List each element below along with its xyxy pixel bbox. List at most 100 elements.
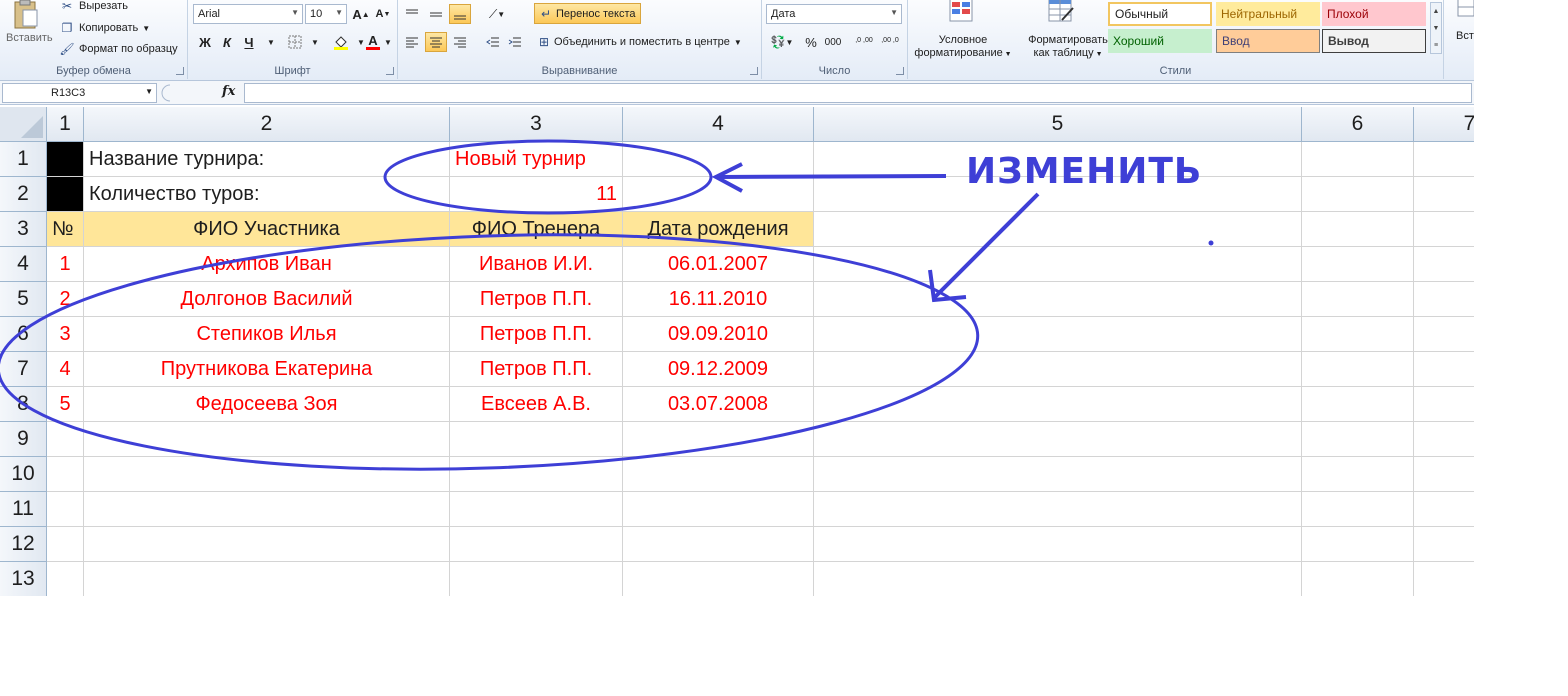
table-cell-num[interactable]: 3: [47, 317, 84, 352]
column-header-2[interactable]: 2: [84, 107, 450, 142]
empty-cell[interactable]: [84, 527, 450, 562]
empty-cell[interactable]: [47, 492, 84, 527]
formula-input[interactable]: [244, 83, 1472, 103]
format-as-table-button[interactable]: Форматировать как таблицу ▼: [1016, 0, 1108, 64]
cell-rounds-value[interactable]: 11: [450, 177, 623, 212]
empty-cell[interactable]: [814, 527, 1302, 562]
empty-cell[interactable]: [623, 562, 814, 596]
table-cell-birth[interactable]: 03.07.2008: [623, 387, 814, 422]
column-header-3[interactable]: 3: [450, 107, 623, 142]
empty-cell[interactable]: [814, 422, 1302, 457]
table-cell-num[interactable]: 5: [47, 387, 84, 422]
name-box-dropdown-icon[interactable]: ▼: [145, 87, 153, 96]
empty-cell[interactable]: [814, 282, 1302, 317]
table-cell-coach[interactable]: Евсеев А.В.: [450, 387, 623, 422]
style-normal[interactable]: Обычный: [1108, 2, 1212, 26]
empty-cell[interactable]: [1414, 177, 1474, 212]
empty-cell[interactable]: [1414, 457, 1474, 492]
number-format-dropdown-icon[interactable]: ▼: [890, 8, 898, 17]
empty-cell[interactable]: [1302, 387, 1414, 422]
align-right-button[interactable]: [449, 32, 471, 52]
number-format-select[interactable]: Дата ▼: [766, 4, 902, 24]
insert-button[interactable]: Вст: [1456, 0, 1474, 42]
number-launcher-icon[interactable]: [896, 67, 904, 75]
align-center-button[interactable]: [425, 32, 447, 52]
table-cell-num[interactable]: 1: [47, 247, 84, 282]
empty-cell[interactable]: [84, 422, 450, 457]
bold-button[interactable]: Ж: [194, 32, 216, 52]
shrink-font-button[interactable]: A ▼: [372, 4, 394, 24]
empty-cell[interactable]: [623, 457, 814, 492]
header-cell-participant[interactable]: ФИО Участника: [84, 212, 450, 247]
align-top-button[interactable]: [401, 4, 423, 24]
column-header-1[interactable]: 1: [47, 107, 84, 142]
empty-cell[interactable]: [623, 527, 814, 562]
empty-cell[interactable]: [814, 352, 1302, 387]
row-header-4[interactable]: 4: [0, 247, 47, 282]
style-bad[interactable]: Плохой: [1322, 2, 1426, 26]
font-color-dropdown-icon[interactable]: ▼: [382, 32, 394, 52]
merge-center-button[interactable]: ⊞ Объединить и поместить в центре ▼: [537, 32, 742, 52]
empty-cell[interactable]: [450, 492, 623, 527]
italic-button[interactable]: К: [216, 32, 238, 52]
empty-cell[interactable]: [450, 422, 623, 457]
cell-rounds-label[interactable]: Количество туров:: [84, 177, 450, 212]
paste-button[interactable]: Вставить: [6, 0, 53, 64]
empty-cell[interactable]: [814, 317, 1302, 352]
row-header-6[interactable]: 6: [0, 317, 47, 352]
row-header-12[interactable]: 12: [0, 527, 47, 562]
increase-indent-button[interactable]: [504, 32, 526, 52]
table-cell-coach[interactable]: Петров П.П.: [450, 282, 623, 317]
empty-cell[interactable]: [1302, 352, 1414, 387]
empty-cell[interactable]: [1414, 527, 1474, 562]
increase-decimal-button[interactable]: ,0 ,00: [852, 30, 876, 50]
empty-cell[interactable]: [1414, 562, 1474, 596]
orientation-button[interactable]: ⟋ ▼: [482, 4, 512, 24]
table-cell-num[interactable]: 4: [47, 352, 84, 387]
table-cell-coach[interactable]: Петров П.П.: [450, 352, 623, 387]
empty-cell[interactable]: [814, 387, 1302, 422]
row-header-9[interactable]: 9: [0, 422, 47, 457]
wrap-text-button[interactable]: ↵ Перенос текста: [534, 3, 641, 24]
select-all-button[interactable]: [0, 107, 47, 142]
gallery-more-icon[interactable]: ≡: [1431, 37, 1441, 54]
empty-cell[interactable]: [1414, 212, 1474, 247]
empty-cell[interactable]: [450, 527, 623, 562]
column-header-7[interactable]: 7: [1414, 107, 1474, 142]
style-good[interactable]: Хороший: [1108, 29, 1212, 53]
column-header-5[interactable]: 5: [814, 107, 1302, 142]
font-name-select[interactable]: Arial ▼: [193, 4, 303, 24]
empty-cell[interactable]: [1414, 422, 1474, 457]
row-header-3[interactable]: 3: [0, 212, 47, 247]
empty-cell[interactable]: [814, 247, 1302, 282]
cell-r2c4[interactable]: [623, 177, 814, 212]
table-cell-name[interactable]: Степиков Илья: [84, 317, 450, 352]
empty-cell[interactable]: [1414, 247, 1474, 282]
borders-dropdown-icon[interactable]: ▼: [304, 32, 326, 52]
row-header-7[interactable]: 7: [0, 352, 47, 387]
empty-cell[interactable]: [1302, 492, 1414, 527]
empty-cell[interactable]: [1302, 142, 1414, 177]
style-neutral[interactable]: Нейтральный: [1216, 2, 1320, 26]
header-cell-birth[interactable]: Дата рождения: [623, 212, 814, 247]
row-header-11[interactable]: 11: [0, 492, 47, 527]
font-launcher-icon[interactable]: [386, 67, 394, 75]
empty-cell[interactable]: [1302, 422, 1414, 457]
cell-tournament-label[interactable]: Название турнира:: [84, 142, 450, 177]
fill-color-button[interactable]: [330, 32, 352, 52]
scroll-down-icon[interactable]: ▼: [1431, 20, 1441, 37]
table-cell-coach[interactable]: Петров П.П.: [450, 317, 623, 352]
empty-cell[interactable]: [47, 457, 84, 492]
empty-cell[interactable]: [814, 562, 1302, 596]
empty-cell[interactable]: [47, 527, 84, 562]
empty-cell[interactable]: [84, 457, 450, 492]
cell-r2c1[interactable]: [47, 177, 84, 212]
borders-button[interactable]: [284, 32, 306, 52]
copy-button[interactable]: ❐ Копировать ▼: [58, 18, 151, 38]
empty-cell[interactable]: [84, 562, 450, 596]
styles-gallery-scroll[interactable]: ▲ ▼ ≡: [1430, 2, 1442, 54]
empty-cell[interactable]: [1302, 562, 1414, 596]
conditional-formatting-button[interactable]: Условное форматирование ▼: [908, 0, 1018, 64]
cell-r1c4[interactable]: [623, 142, 814, 177]
column-header-4[interactable]: 4: [623, 107, 814, 142]
